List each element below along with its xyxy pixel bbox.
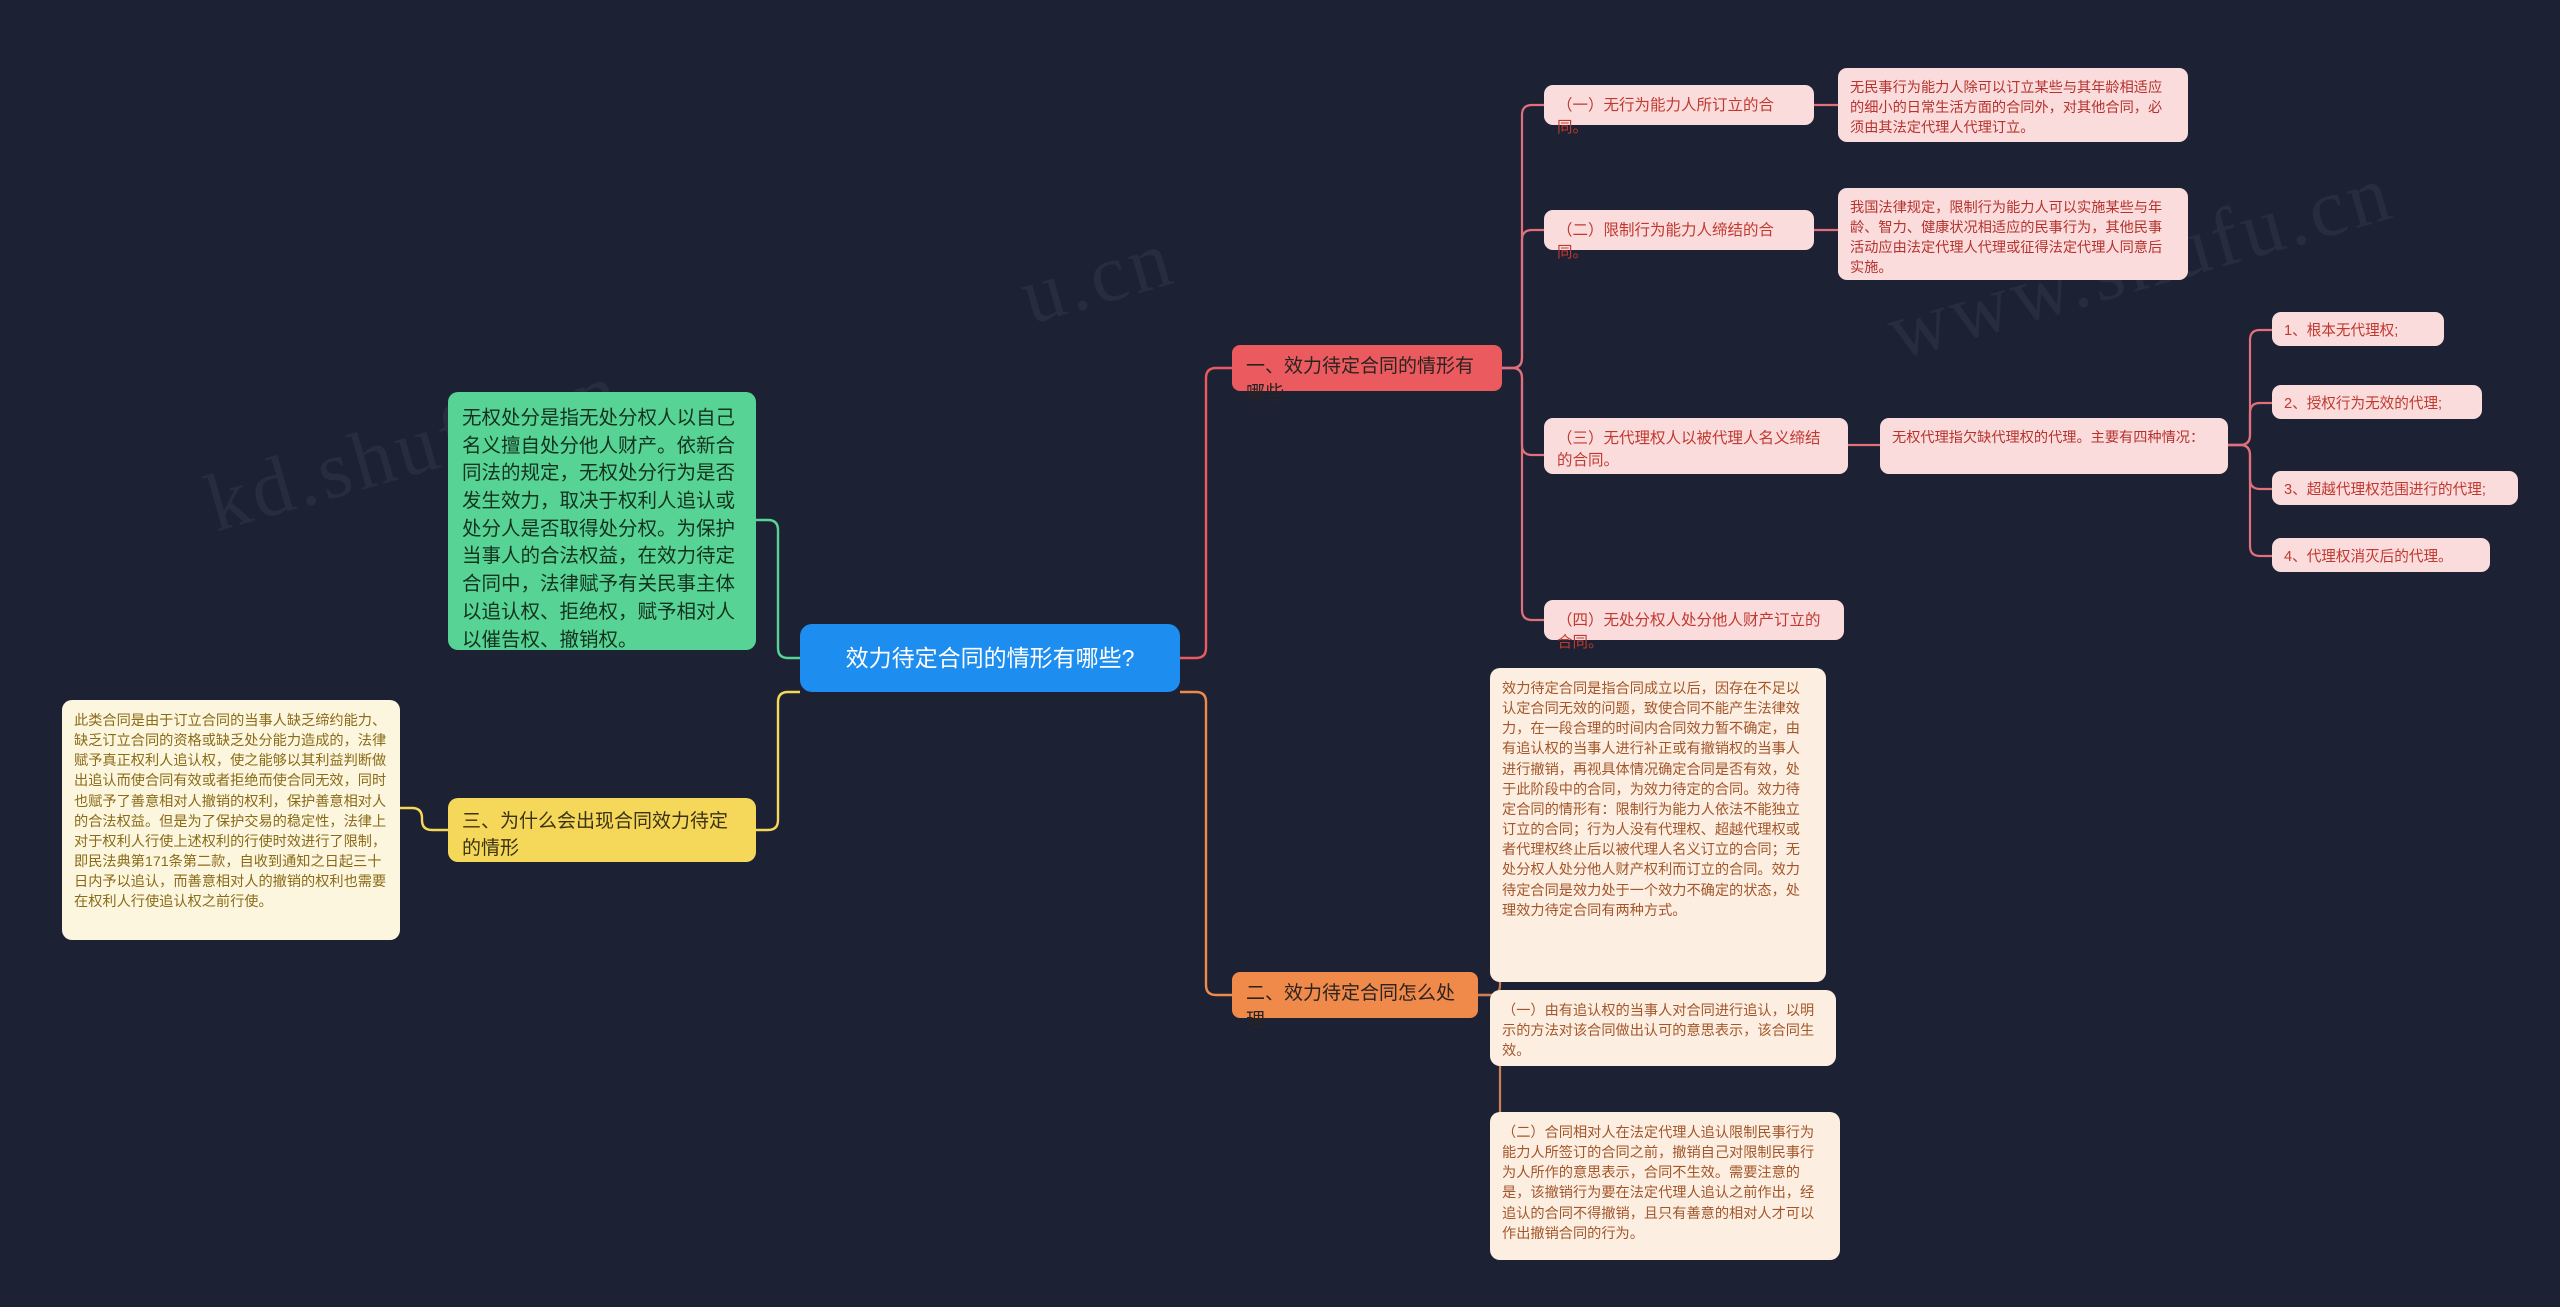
branch1-label[interactable]: 一、效力待定合同的情形有哪些 [1232,345,1502,404]
branch2-item-2[interactable]: （二）合同相对人在法定代理人追认限制民事行为能力人所签订的合同之前，撤销自己对限… [1490,1112,1840,1260]
central-topic-node[interactable]: 效力待定合同的情形有哪些? [800,624,1180,692]
branch1-item-2-note[interactable]: 我国法律规定，限制行为能力人可以实施某些与年龄、智力、健康状况相适应的民事行为，… [1838,188,2188,280]
branch1-item-1-note[interactable]: 无民事行为能力人除可以订立某些与其年龄相适应的细小的日常生活方面的合同外，对其他… [1838,68,2188,142]
branch1-item-2[interactable]: （二）限制行为能力人缔结的合同。 [1544,210,1814,261]
branch1-item-3[interactable]: （三）无代理权人以被代理人名义缔结的合同。 [1544,418,1848,474]
branch2-item-1[interactable]: （一）由有追认权的当事人对合同进行追认，以明示的方法对该合同做出认可的意思表示，… [1490,990,1836,1066]
branch1-item-3-note[interactable]: 无权代理指欠缺代理权的代理。主要有四种情况： [1880,418,2228,474]
branch1-item-1[interactable]: （一）无行为能力人所订立的合同。 [1544,85,1814,136]
branch2-intro-note[interactable]: 效力待定合同是指合同成立以后，因存在不足以认定合同无效的问题，致使合同不能产生法… [1490,668,1826,982]
branch2-label[interactable]: 二、效力待定合同怎么处理 [1232,972,1478,1031]
branch1-item-3-sub-4[interactable]: 4、代理权消灭后的代理。 [2272,538,2490,572]
branch1-item-4[interactable]: （四）无处分权人处分他人财产订立的合同。 [1544,600,1844,651]
left-detail-note[interactable]: 此类合同是由于订立合同的当事人缺乏缔约能力、缺乏订立合同的资格或缺乏处分能力造成… [62,700,400,940]
mindmap-canvas: kd.shufu.cn u.cn www.shufu.cn 效力待定合同的情形有… [0,0,2560,1307]
branch1-item-3-sub-3[interactable]: 3、超越代理权范围进行的代理; [2272,471,2518,505]
branch1-item-3-sub-1[interactable]: 1、根本无代理权; [2272,312,2444,346]
branch1-item-3-sub-2[interactable]: 2、授权行为无效的代理; [2272,385,2482,419]
left-topic-why-node[interactable]: 三、为什么会出现合同效力待定的情形 [448,798,756,862]
watermark: u.cn [1010,211,1185,342]
left-green-note[interactable]: 无权处分是指无处分权人以自己名义擅自处分他人财产。依新合同法的规定，无权处分行为… [448,392,756,651]
